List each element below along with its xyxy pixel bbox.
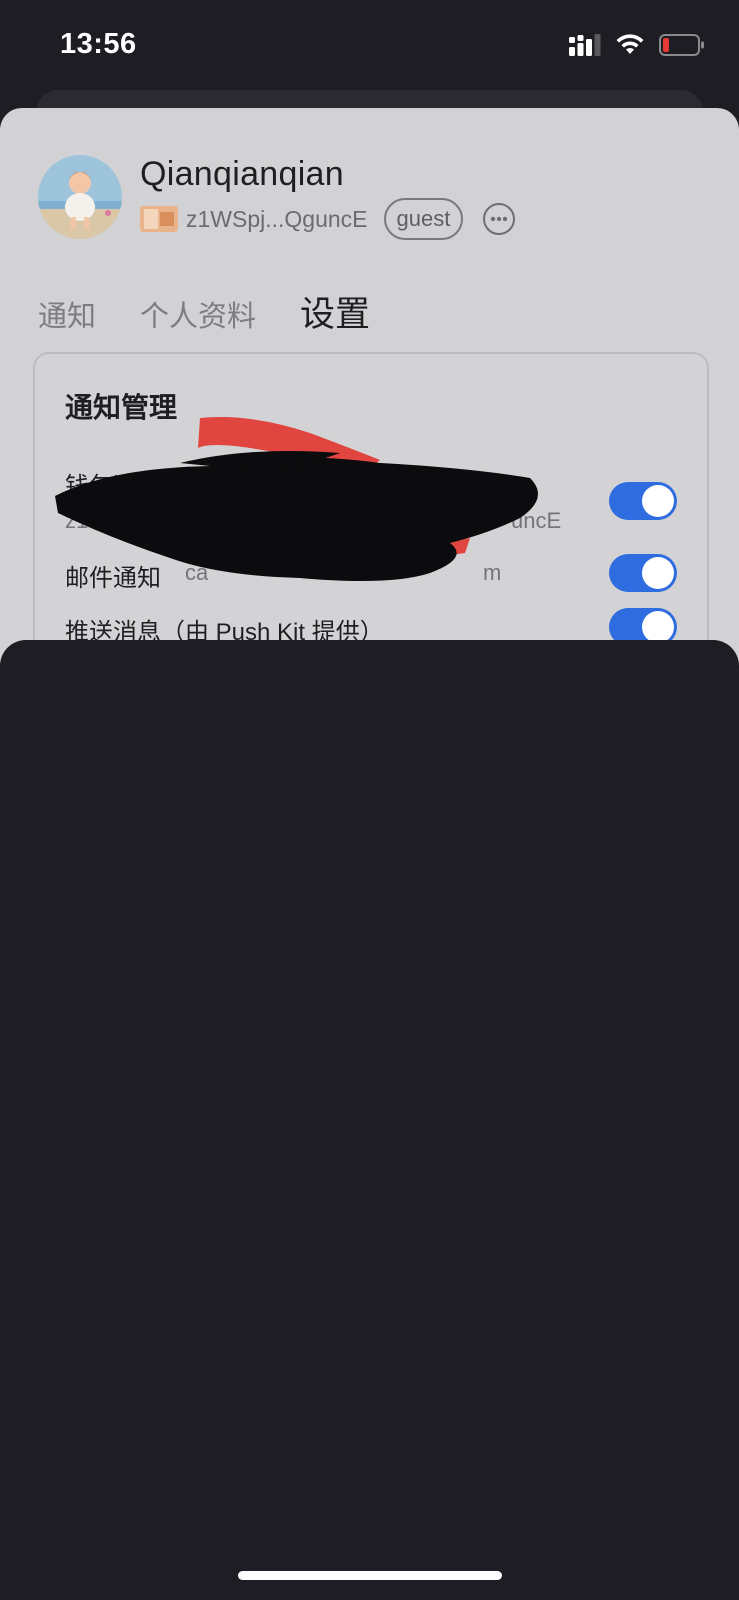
bottom-panel [0,640,739,1600]
tab-settings[interactable]: 设置 [300,286,370,337]
status-time: 13:56 [60,28,137,60]
home-indicator[interactable] [238,1571,502,1580]
avatar[interactable] [38,155,122,239]
settings-sheet: Qianqianqian z1WSpj...QguncE guest 通知 个人… [0,108,739,668]
card-title: 通知管理 [65,392,178,423]
toggle-knob [642,485,674,517]
toggle-knob [642,557,674,589]
battery-low-icon [659,34,705,61]
more-horizontal-icon [491,216,508,222]
screen: 13:56 Qianqianqian z1WSpj...QguncE guest… [0,0,739,1600]
tab-notifications[interactable]: 通知 [38,293,96,335]
username: Qianqianqian [140,155,344,193]
wallet-row: z1WSpj...QguncE guest [140,198,516,240]
wallet-notification-sub: z1W [65,508,109,533]
email-notification-label: 邮件通知 [65,565,161,592]
wifi-icon [615,34,645,61]
profile-header: Qianqianqian z1WSpj...QguncE guest [38,154,516,240]
status-bar: 13:56 [0,0,739,95]
toggle-knob [642,611,674,643]
role-badge: guest [383,198,464,240]
profile-text: Qianqianqian z1WSpj...QguncE guest [140,154,516,240]
wallet-thumbnail [140,206,178,232]
wallet-notification-toggle[interactable] [609,482,677,520]
tab-bar: 通知 个人资料 设置 [38,286,414,337]
wallet-notification-label: 钱包通知 [65,473,161,500]
email-notification-sub: ca [185,560,209,585]
email-notification-sub-suffix: m [483,560,502,585]
status-icons [569,34,705,61]
tab-profile[interactable]: 个人资料 [140,293,256,335]
wallet-address[interactable]: z1WSpj...QguncE [186,206,368,233]
email-notification-toggle[interactable] [609,554,677,592]
notification-settings-card: 通知管理 钱包通知 z1W uncE 邮件通知 ca m 推送消息（由 Push… [33,352,709,668]
wallet-notification-sub-suffix: uncE [511,508,562,533]
cellular-signal-icon [569,34,601,61]
more-button[interactable] [483,203,516,235]
